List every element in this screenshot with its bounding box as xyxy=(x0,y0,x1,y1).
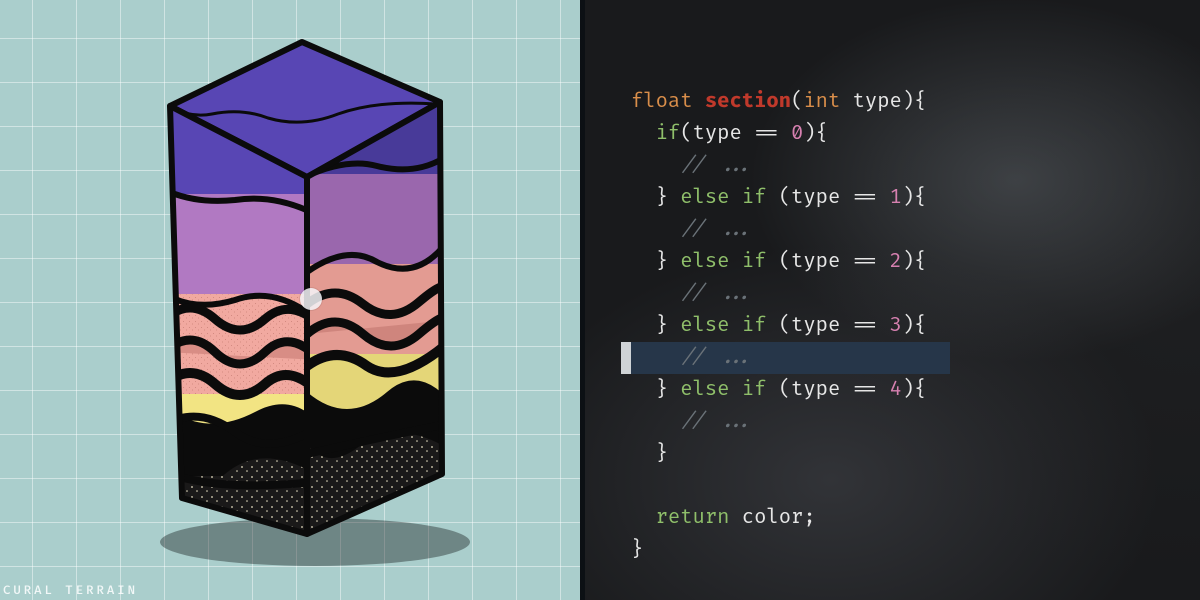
code-line: // ... xyxy=(621,214,950,246)
terrain-column-illustration xyxy=(110,14,490,594)
cursor-dot xyxy=(300,288,322,310)
code-line: } xyxy=(621,534,950,566)
code-line: if(type == 0){ xyxy=(621,118,950,150)
code-line: // ... xyxy=(621,342,950,374)
code-line: // ... xyxy=(621,278,950,310)
illustration-panel: CURAL TERRAIN xyxy=(0,0,580,600)
code-line: // ... xyxy=(621,406,950,438)
code-line: } else if (type == 3){ xyxy=(621,310,950,342)
code-line: // ... xyxy=(621,150,950,182)
code-line: } xyxy=(621,438,950,470)
code-line: return color; xyxy=(621,502,950,534)
watermark-label: CURAL TERRAIN xyxy=(3,583,138,598)
code-line: float section(int type){ xyxy=(621,86,950,118)
code-line: } else if (type == 1){ xyxy=(621,182,950,214)
code-panel: float section(int type){ if(type == 0){ … xyxy=(585,0,1200,600)
code-block: float section(int type){ if(type == 0){ … xyxy=(621,86,950,566)
code-line: } else if (type == 2){ xyxy=(621,246,950,278)
code-line: } else if (type == 4){ xyxy=(621,374,950,406)
code-line xyxy=(621,470,950,502)
